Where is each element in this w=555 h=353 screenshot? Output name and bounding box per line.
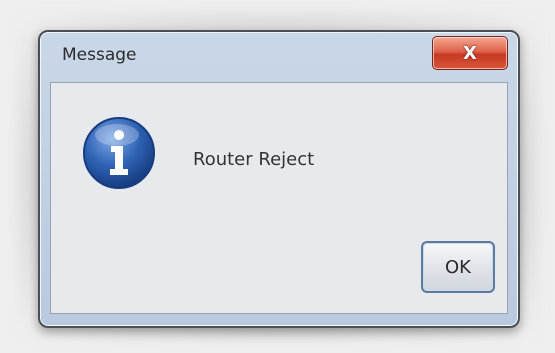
close-button[interactable]: X xyxy=(432,36,508,70)
message-dialog: Message X Router Reject OK xyxy=(38,30,520,328)
close-icon: X xyxy=(463,42,477,64)
dialog-content: Router Reject OK xyxy=(50,82,508,314)
ok-button[interactable]: OK xyxy=(421,241,495,293)
dialog-title: Message xyxy=(62,45,137,65)
information-icon xyxy=(83,117,155,189)
message-text: Router Reject xyxy=(193,149,315,170)
